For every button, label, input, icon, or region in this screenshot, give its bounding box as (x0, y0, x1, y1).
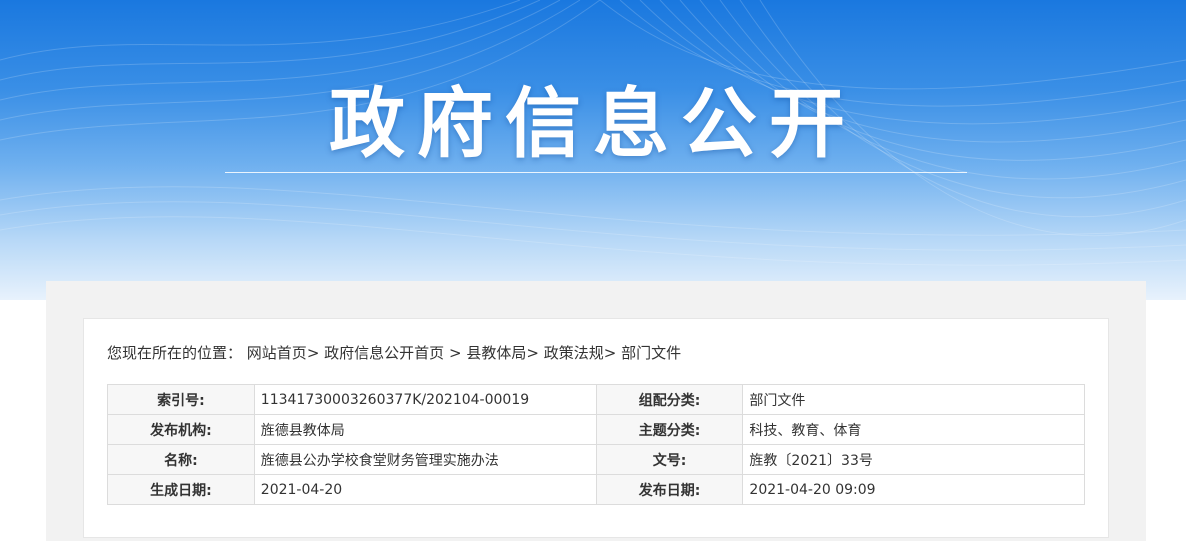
breadcrumb-item-department-docs[interactable]: 部门文件 (621, 344, 681, 362)
label-index-number: 索引号: (107, 384, 255, 415)
breadcrumb-prefix: 您现在所在的位置： (107, 344, 243, 362)
label-name: 名称: (107, 444, 255, 475)
label-topic: 主题分类: (595, 414, 744, 445)
value-topic: 科技、教育、体育 (742, 414, 1085, 445)
label-published-date: 发布日期: (595, 474, 744, 505)
banner-divider (225, 172, 967, 173)
value-document-number: 旌教〔2021〕33号 (742, 444, 1085, 475)
table-row: 生成日期: 2021-04-20 发布日期: 2021-04-20 09:09 (107, 474, 1085, 505)
document-metadata-table: 索引号: 11341730003260377K/202104-00019 组配分… (107, 384, 1085, 505)
breadcrumb-separator: > (444, 344, 462, 362)
breadcrumb-separator: > (603, 344, 617, 362)
breadcrumb-item-bureau[interactable]: 县教体局 (466, 344, 526, 362)
breadcrumb-item-home[interactable]: 网站首页 (247, 344, 307, 362)
table-row: 索引号: 11341730003260377K/202104-00019 组配分… (107, 384, 1085, 415)
value-index-number: 11341730003260377K/202104-00019 (253, 384, 597, 415)
value-created-date: 2021-04-20 (253, 474, 597, 505)
breadcrumb: 您现在所在的位置： 网站首页> 政府信息公开首页 > 县教体局> 政策法规> 部… (107, 342, 681, 363)
header-banner: 政府信息公开 (0, 0, 1186, 300)
breadcrumb-item-info-home[interactable]: 政府信息公开首页 (324, 344, 444, 362)
label-category: 组配分类: (595, 384, 744, 415)
value-publisher: 旌德县教体局 (253, 414, 597, 445)
banner-title: 政府信息公开 (329, 79, 857, 168)
breadcrumb-separator: > (306, 344, 320, 362)
breadcrumb-separator: > (526, 344, 539, 362)
table-row: 发布机构: 旌德县教体局 主题分类: 科技、教育、体育 (107, 414, 1085, 445)
value-category: 部门文件 (742, 384, 1085, 415)
table-row: 名称: 旌德县公办学校食堂财务管理实施办法 文号: 旌教〔2021〕33号 (107, 444, 1085, 475)
label-created-date: 生成日期: (107, 474, 255, 505)
label-document-number: 文号: (595, 444, 744, 475)
value-name: 旌德县公办学校食堂财务管理实施办法 (253, 444, 597, 475)
label-publisher: 发布机构: (107, 414, 255, 445)
breadcrumb-item-policy[interactable]: 政策法规 (544, 344, 604, 362)
value-published-date: 2021-04-20 09:09 (742, 474, 1085, 505)
